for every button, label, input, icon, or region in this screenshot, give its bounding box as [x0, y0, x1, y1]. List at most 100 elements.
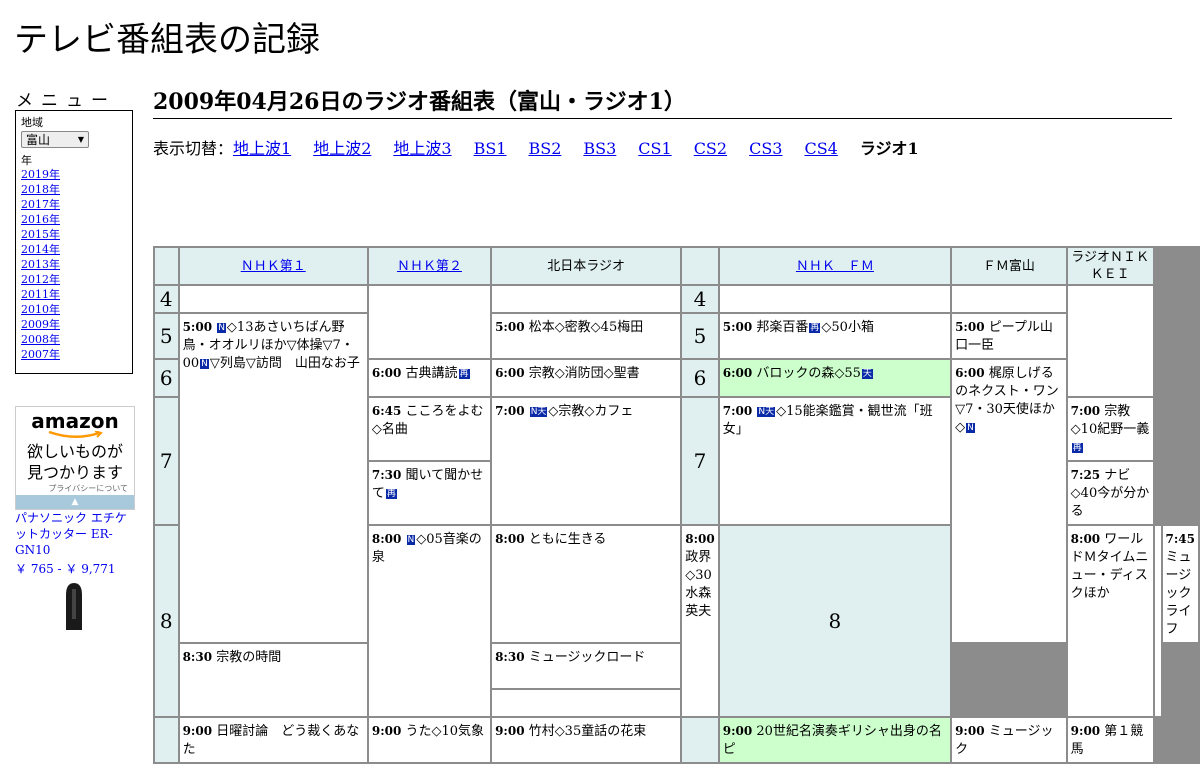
- hour-cell: 8: [719, 526, 951, 716]
- program-cell[interactable]: 7:45 ミュージックライフ: [1162, 526, 1198, 642]
- program-cell[interactable]: 6:00 宗教◇消防団◇聖書: [492, 360, 681, 396]
- year-link-2012[interactable]: 2012年: [21, 273, 60, 286]
- switch-link-chijo2[interactable]: 地上波2: [313, 139, 371, 158]
- year-link-2013[interactable]: 2013年: [21, 258, 60, 271]
- page-heading: 2009年04月26日のラジオ番組表（富山・ラジオ1）: [153, 84, 1172, 119]
- year-list: 2019年 2018年 2017年 2016年 2015年 2014年 2013…: [21, 167, 127, 362]
- empty-cell: [719, 286, 951, 312]
- program-cell[interactable]: 9:00 20世紀名演奏ギリシャ出身の名ピ: [719, 718, 951, 762]
- year-link-2010[interactable]: 2010年: [21, 303, 60, 316]
- switch-link-cs3[interactable]: CS3: [749, 139, 782, 158]
- year-link-2011[interactable]: 2011年: [21, 288, 60, 301]
- news-weather-icon: N天: [757, 407, 776, 417]
- schedule-row: 8:30 宗教の時間 8:30 ミュージックロード: [155, 644, 1198, 716]
- program-cell[interactable]: 8:00 政界◇30水森英夫: [682, 526, 718, 716]
- channel-header-nhkfm: ＮＨＫ ＦＭ: [719, 248, 951, 284]
- region-label: 地域: [21, 116, 43, 129]
- hour-cell: 8: [155, 526, 178, 716]
- program-cell[interactable]: 8:30 ミュージックロード: [492, 644, 681, 688]
- weather-icon: 天: [861, 369, 873, 379]
- year-link-2014[interactable]: 2014年: [21, 243, 60, 256]
- channel-header-nikkei: ラジオＮＩＫＫＥＩ: [1067, 248, 1153, 284]
- schedule-table: ＮＨＫ第１ ＮＨＫ第２ 北日本ラジオ ＮＨＫ ＦＭ ＦＭ富山 ラジオＮＩＫＫＥＩ…: [153, 246, 1200, 764]
- switch-link-cs1[interactable]: CS1: [638, 139, 671, 158]
- product-price: ￥ 765 - ￥ 9,771: [15, 562, 116, 576]
- switch-link-bs3[interactable]: BS3: [583, 139, 616, 158]
- switch-link-cs4[interactable]: CS4: [804, 139, 837, 158]
- ad-collapse-bar[interactable]: ▲: [16, 495, 134, 509]
- program-cell[interactable]: 9:00 ミュージック: [952, 718, 1066, 762]
- rerun-icon: 再: [385, 489, 397, 499]
- collapse-arrow-icon: ▲: [71, 497, 79, 507]
- channel-header-fmtoyama: ＦＭ富山: [952, 248, 1066, 284]
- product-link[interactable]: パナソニック エチケットカッター ER-GN10: [15, 510, 135, 558]
- year-link-2008[interactable]: 2008年: [21, 333, 60, 346]
- hour-cell: 6: [155, 360, 178, 396]
- program-cell[interactable]: 6:00 古典講読再: [368, 360, 491, 396]
- program-cell[interactable]: 5:00 ピープル山口一臣: [952, 314, 1066, 358]
- year-link-2016[interactable]: 2016年: [21, 213, 60, 226]
- news-weather-icon: N天: [529, 407, 548, 417]
- year-link-2017[interactable]: 2017年: [21, 198, 60, 211]
- switch-link-bs1[interactable]: BS1: [474, 139, 507, 158]
- hour-cell: 5: [155, 314, 178, 358]
- channel-header-nhk1: ＮＨＫ第１: [179, 248, 367, 284]
- hour-cell: 6: [682, 360, 718, 396]
- program-cell[interactable]: 9:00 第１競馬: [1067, 718, 1153, 762]
- year-link-2007[interactable]: 2007年: [21, 348, 60, 361]
- hour-cell: [682, 718, 718, 762]
- program-cell[interactable]: 7:00 宗教◇10紀野一義再: [1067, 398, 1153, 460]
- hour-header-mid: [682, 248, 718, 284]
- program-cell[interactable]: 7:00 N天 ◇宗教◇カフェ: [492, 398, 681, 524]
- news-icon: N: [406, 535, 416, 545]
- program-cell[interactable]: 5:00 N ◇13あさいちばん野鳥・オオルリほか▽体操▽7・00 N ▽列島▽訪問 …: [179, 314, 367, 642]
- program-cell[interactable]: 5:00 松本◇密教◇45梅田: [492, 314, 681, 358]
- program-cell[interactable]: 5:00 邦楽百番再 ◇50小箱: [719, 314, 951, 358]
- year-link-2019[interactable]: 2019年: [21, 168, 60, 181]
- program-cell[interactable]: 9:00 日曜討論 どう裁くあなた: [179, 718, 367, 762]
- program-cell[interactable]: 6:45 こころをよむ◇名曲: [368, 398, 491, 460]
- empty-cell: [1067, 286, 1153, 396]
- hour-cell: [155, 718, 178, 762]
- channel-link-nhk1[interactable]: ＮＨＫ第１: [241, 259, 306, 274]
- region-select[interactable]: 富山 ▼: [21, 131, 89, 148]
- rerun-icon: 再: [809, 323, 821, 333]
- program-cell[interactable]: 9:00 うた◇10気象: [368, 718, 491, 762]
- empty-cell: [492, 286, 681, 312]
- year-link-2018[interactable]: 2018年: [21, 183, 60, 196]
- channel-link-nhkfm[interactable]: ＮＨＫ ＦＭ: [796, 259, 874, 274]
- program-cell[interactable]: 6:00 梶原しげるのネクスト・ワン▽7・30天使ほか◇ N: [952, 360, 1066, 642]
- program-cell[interactable]: 8:00 ともに生きる: [492, 526, 681, 642]
- schedule-row: 9:00 日曜討論 どう裁くあなた 9:00 うた◇10気象 9:00 竹村◇3…: [155, 718, 1198, 762]
- rerun-icon: 再: [458, 369, 470, 379]
- hour-cell: 5: [682, 314, 718, 358]
- program-cell[interactable]: 8:30 宗教の時間: [179, 644, 367, 716]
- switch-link-chijo1[interactable]: 地上波1: [233, 139, 291, 158]
- menu-heading: メニュー: [16, 91, 116, 111]
- rerun-icon: 再: [1071, 443, 1083, 453]
- program-cell[interactable]: 7:30 聞いて聞かせて再: [368, 462, 491, 524]
- news-icon: N: [217, 323, 226, 333]
- channel-link-nhk2[interactable]: ＮＨＫ第２: [397, 259, 462, 274]
- program-cell[interactable]: 6:00 バロックの森◇55 天: [719, 360, 951, 396]
- program-cell[interactable]: 9:00 竹村◇35童話の花束: [492, 718, 681, 762]
- dropdown-arrow-icon: ▼: [77, 135, 84, 144]
- program-cell[interactable]: 8:00 ワールドＭタイムニュー・ディスクほか: [1067, 526, 1153, 716]
- amazon-ad[interactable]: amazon 欲しいものが 見つかります プライバシーについて ▲: [15, 406, 135, 510]
- schedule-header-row: ＮＨＫ第１ ＮＨＫ第２ 北日本ラジオ ＮＨＫ ＦＭ ＦＭ富山 ラジオＮＩＫＫＥＩ: [155, 248, 1198, 284]
- product-image[interactable]: [62, 583, 86, 630]
- ad-privacy-label[interactable]: プライバシーについて: [16, 483, 134, 494]
- switch-link-bs2[interactable]: BS2: [528, 139, 561, 158]
- switch-link-cs2[interactable]: CS2: [694, 139, 727, 158]
- switch-link-chijo3[interactable]: 地上波3: [393, 139, 451, 158]
- program-cell[interactable]: 7:25 ナビ◇40今が分かる: [1067, 462, 1153, 524]
- program-cell[interactable]: 8:00 N ◇05音楽の泉: [368, 526, 491, 716]
- hour-header-left: [155, 248, 178, 284]
- hour-cell: 4: [682, 286, 718, 312]
- channel-header-kitanihon: 北日本ラジオ: [492, 248, 681, 284]
- amazon-logo: amazon: [31, 409, 119, 433]
- hour-cell: 4: [155, 286, 178, 312]
- year-link-2009[interactable]: 2009年: [21, 318, 60, 331]
- year-link-2015[interactable]: 2015年: [21, 228, 60, 241]
- program-cell[interactable]: 7:00 N天 ◇15能楽鑑賞・観世流「班女」: [719, 398, 951, 524]
